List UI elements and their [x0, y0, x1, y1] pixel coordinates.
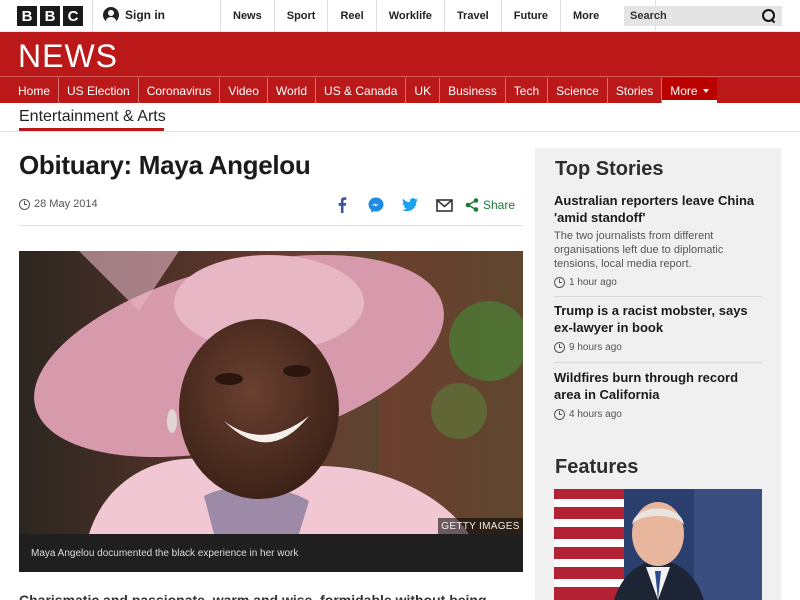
article-date-text: 28 May 2014 — [34, 198, 98, 210]
share-tools: Share — [325, 195, 515, 215]
search-input[interactable]: Search — [624, 6, 782, 26]
feature-image[interactable] — [554, 489, 762, 600]
divider — [92, 0, 93, 32]
signin-button[interactable]: Sign in — [103, 7, 165, 23]
nav-more[interactable]: More — [662, 78, 717, 103]
nav-uk[interactable]: UK — [406, 78, 441, 103]
article-body: Charismatic and passionate, warm and wis… — [19, 592, 487, 600]
bbc-top-nav: News Sport Reel Worklife Travel Future M… — [220, 0, 656, 32]
story-headline[interactable]: Wildfires burn through record area in Ca… — [554, 369, 768, 403]
story-time-text: 9 hours ago — [569, 342, 622, 353]
nav-business[interactable]: Business — [440, 78, 506, 103]
clock-icon — [19, 198, 30, 210]
nav-more-label: More — [670, 83, 698, 98]
story-time-text: 4 hours ago — [569, 409, 622, 420]
bbc-logo-letter: B — [40, 6, 60, 26]
article-headline: Obituary: Maya Angelou — [19, 150, 311, 180]
messenger-icon[interactable] — [359, 195, 393, 215]
top-story-item[interactable]: Wildfires burn through record area in Ca… — [554, 369, 768, 420]
sidebar: Top Stories Australian reporters leave C… — [535, 148, 781, 600]
search-icon[interactable] — [762, 9, 776, 23]
nav-world[interactable]: World — [268, 78, 317, 103]
user-icon — [103, 7, 119, 23]
bbc-masthead: B B C Sign in News Sport Reel Worklife T… — [0, 0, 800, 32]
features-title: Features — [555, 456, 639, 478]
top-nav-worklife[interactable]: Worklife — [375, 0, 444, 32]
facebook-icon[interactable] — [325, 195, 359, 215]
story-headline[interactable]: Australian reporters leave China 'amid s… — [554, 192, 768, 226]
divider — [554, 296, 762, 297]
share-button[interactable]: Share — [465, 198, 515, 212]
clock-icon — [554, 277, 565, 288]
chevron-down-icon — [702, 88, 709, 93]
divider — [0, 131, 800, 132]
top-nav-travel[interactable]: Travel — [443, 0, 501, 32]
top-story-item[interactable]: Trump is a racist mobster, says ex-lawye… — [554, 302, 768, 353]
story-time: 9 hours ago — [554, 342, 768, 353]
divider — [554, 362, 762, 363]
clock-icon — [554, 342, 565, 353]
top-nav-future[interactable]: Future — [500, 0, 560, 32]
top-nav-more-label: More — [572, 10, 600, 22]
share-label: Share — [483, 198, 516, 212]
email-icon[interactable] — [427, 195, 461, 215]
top-story-item[interactable]: Australian reporters leave China 'amid s… — [554, 192, 768, 288]
nav-stories[interactable]: Stories — [608, 78, 663, 103]
nav-us-election[interactable]: US Election — [59, 78, 139, 103]
clock-icon — [554, 409, 565, 420]
top-nav-news[interactable]: News — [220, 0, 274, 32]
nav-home[interactable]: Home — [10, 78, 60, 103]
top-stories-title: Top Stories — [555, 158, 664, 180]
twitter-icon[interactable] — [393, 195, 427, 215]
top-nav-reel[interactable]: Reel — [327, 0, 375, 32]
nav-coronavirus[interactable]: Coronavirus — [139, 78, 221, 103]
section-title[interactable]: Entertainment & Arts — [19, 108, 166, 126]
bbc-logo-letter: B — [17, 6, 37, 26]
divider — [0, 76, 800, 77]
story-headline[interactable]: Trump is a racist mobster, says ex-lawye… — [554, 302, 768, 336]
story-time: 4 hours ago — [554, 409, 768, 420]
nav-video[interactable]: Video — [220, 78, 268, 103]
bbc-logo[interactable]: B B C — [17, 6, 83, 26]
top-nav-sport[interactable]: Sport — [273, 0, 328, 32]
article-image — [19, 251, 523, 534]
article-date: 28 May 2014 — [19, 198, 98, 210]
bbc-logo-letter: C — [63, 6, 83, 26]
nav-us-canada[interactable]: US & Canada — [316, 78, 407, 103]
news-logo[interactable]: NEWS — [18, 38, 118, 75]
nav-tech[interactable]: Tech — [506, 78, 549, 103]
image-caption: Maya Angelou documented the black experi… — [19, 534, 523, 572]
nav-science[interactable]: Science — [548, 78, 608, 103]
search-placeholder: Search — [630, 10, 667, 22]
story-time: 1 hour ago — [554, 277, 768, 288]
divider — [19, 225, 523, 226]
story-summary: The two journalists from different organ… — [554, 230, 724, 270]
story-time-text: 1 hour ago — [569, 277, 617, 288]
share-icon — [465, 198, 479, 212]
image-credit: GETTY IMAGES — [438, 518, 523, 534]
news-nav: Home US Election Coronavirus Video World… — [10, 78, 717, 103]
signin-label: Sign in — [125, 8, 165, 22]
